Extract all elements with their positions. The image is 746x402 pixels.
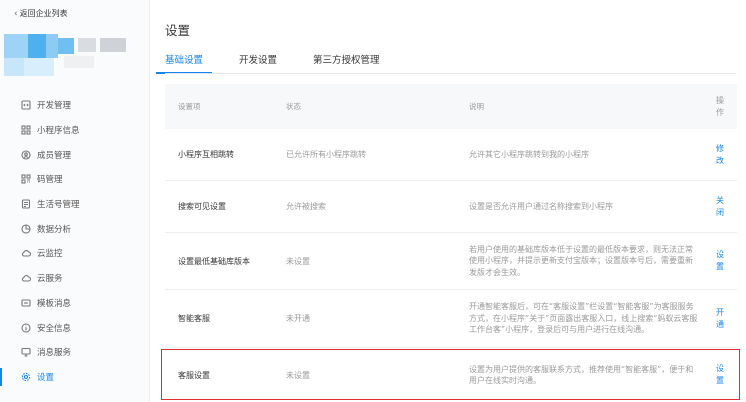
sidebar-item-cloud-service[interactable]: 云服务 [0,266,150,291]
row-action-set[interactable]: 设置 [703,363,737,387]
row-action-close[interactable]: 关闭 [703,195,737,219]
row-item: 客服设置 [178,370,210,380]
row-description: 允许其它小程序跳转到我的小程序 [469,149,589,159]
page-title: 设置 [165,23,191,38]
row-action-modify[interactable]: 修改 [703,143,737,167]
sidebar-item-life-account[interactable]: 生活号管理 [0,192,150,217]
table-row: 设置最低基础库版本 未设置 若用户使用的基础库版本低于设置的最低版本要求，则无法… [165,233,737,290]
tab-third-party-auth[interactable]: 第三方授权管理 [313,52,380,72]
sidebar-item-dev-management[interactable]: 开发管理 [0,93,150,118]
gear-icon [20,371,31,382]
info-icon [20,322,31,333]
members-icon [20,149,31,160]
row-status: 已允许所有小程序跳转 [286,150,366,159]
header-status: 状态 [286,102,301,111]
row-status: 允许被搜索 [286,202,326,211]
main-content: 设置 基础设置 开发设置 第三方授权管理 设置项 状态 说明 操作 小程序互相跳… [150,0,746,402]
settings-tabs: 基础设置 开发设置 第三方授权管理 [155,52,416,74]
row-item: 设置最低基础库版本 [178,256,250,266]
table-row: 智能客服 未开通 开通智能客服后，可在“客服设置”栏设置“智能客服”为客服服务方… [165,290,737,348]
table-row: 搜索可见设置 允许被搜索 设置是否允许用户通过名称搜索到小程序 关闭 [165,181,737,233]
cloud-icon [20,248,31,259]
sidebar-item-label: 模板消息 [37,298,72,309]
chart-icon [20,223,31,234]
sidebar-item-template-message[interactable]: 模板消息 [0,291,150,316]
header-description: 说明 [469,101,484,111]
app-avatar-mosaic [4,34,130,78]
back-link-label: 返回企业列表 [19,9,68,18]
sidebar-item-cloud-monitor[interactable]: 云监控 [0,241,150,266]
back-to-list-link[interactable]: ‹ 返回企业列表 [14,8,68,19]
sidebar-item-settings[interactable]: 设置 [0,365,150,390]
sidebar-item-label: 码管理 [37,175,63,186]
row-item: 小程序互相跳转 [178,150,234,159]
document-icon [20,199,31,210]
row-action-enable[interactable]: 开通 [703,307,737,331]
row-action-set[interactable]: 设置 [703,249,737,273]
sidebar-item-label: 设置 [37,372,55,383]
sidebar-item-members[interactable]: 成员管理 [0,142,150,167]
tab-basic-settings[interactable]: 基础设置 [155,52,213,74]
sidebar-item-data-analysis[interactable]: 数据分析 [0,216,150,241]
sidebar-item-label: 云服务 [37,274,63,285]
sidebar-item-label: 云监控 [37,249,63,260]
settings-table: 设置项 状态 说明 操作 小程序互相跳转 已允许所有小程序跳转 允许其它小程序跳… [165,84,737,402]
sidebar-item-label: 生活号管理 [37,200,80,211]
sidebar-item-code-management[interactable]: 码管理 [0,167,150,192]
sidebar-item-message-service[interactable]: 消息服务 [0,340,150,365]
monitor-icon [20,347,31,358]
row-description: 设置为用户提供的客服联系方式，推荐使用“智能客服”，便于和用户在线实时沟通。 [469,364,694,386]
table-row: 客服设置 未设置 设置为用户提供的客服联系方式，推荐使用“智能客服”，便于和用户… [165,348,737,402]
sidebar-item-label: 消息服务 [37,348,72,359]
header-action: 操作 [716,95,724,117]
message-icon [20,297,31,308]
grid-icon [20,125,31,136]
sidebar-nav: 开发管理 小程序信息 成员管理 码管理 生活号管理 数据分析 云监控 云服务 模… [0,93,150,389]
table-header: 设置项 状态 说明 操作 [165,84,737,129]
chevron-left-icon: ‹ [14,8,18,19]
row-item: 智能客服 [178,314,210,323]
sidebar-item-label: 开发管理 [37,101,72,112]
row-description: 设置是否允许用户通过名称搜索到小程序 [469,201,613,211]
sidebar-item-label: 数据分析 [37,224,72,235]
sidebar: ‹ 返回企业列表 开发管理 小程序信息 成员管理 码管理 生活号管理 数据分析 … [0,0,150,402]
row-status: 未设置 [286,370,310,380]
tab-dev-settings[interactable]: 开发设置 [239,52,277,72]
sidebar-item-label: 小程序信息 [37,126,80,137]
row-status: 未开通 [286,314,310,323]
sidebar-item-security-info[interactable]: 安全信息 [0,315,150,340]
row-description: 开通智能客服后，可在“客服设置”栏设置“智能客服”为客服服务方式，在小程序“关于… [469,302,698,335]
cloud-icon [20,273,31,284]
code-icon [20,100,31,111]
sidebar-item-label: 成员管理 [37,150,72,161]
row-description: 若用户使用的基础库版本低于设置的最低版本要求，则无法正常使用小程序，并提示更新支… [469,244,693,277]
row-item: 搜索可见设置 [178,202,226,211]
header-setting-item: 设置项 [178,102,201,111]
row-status: 未设置 [286,256,310,266]
qrcode-icon [20,174,31,185]
sidebar-item-mini-app-info[interactable]: 小程序信息 [0,118,150,143]
tabs-divider [165,73,736,74]
sidebar-item-label: 安全信息 [37,323,72,334]
table-row: 小程序互相跳转 已允许所有小程序跳转 允许其它小程序跳转到我的小程序 修改 [165,129,737,181]
